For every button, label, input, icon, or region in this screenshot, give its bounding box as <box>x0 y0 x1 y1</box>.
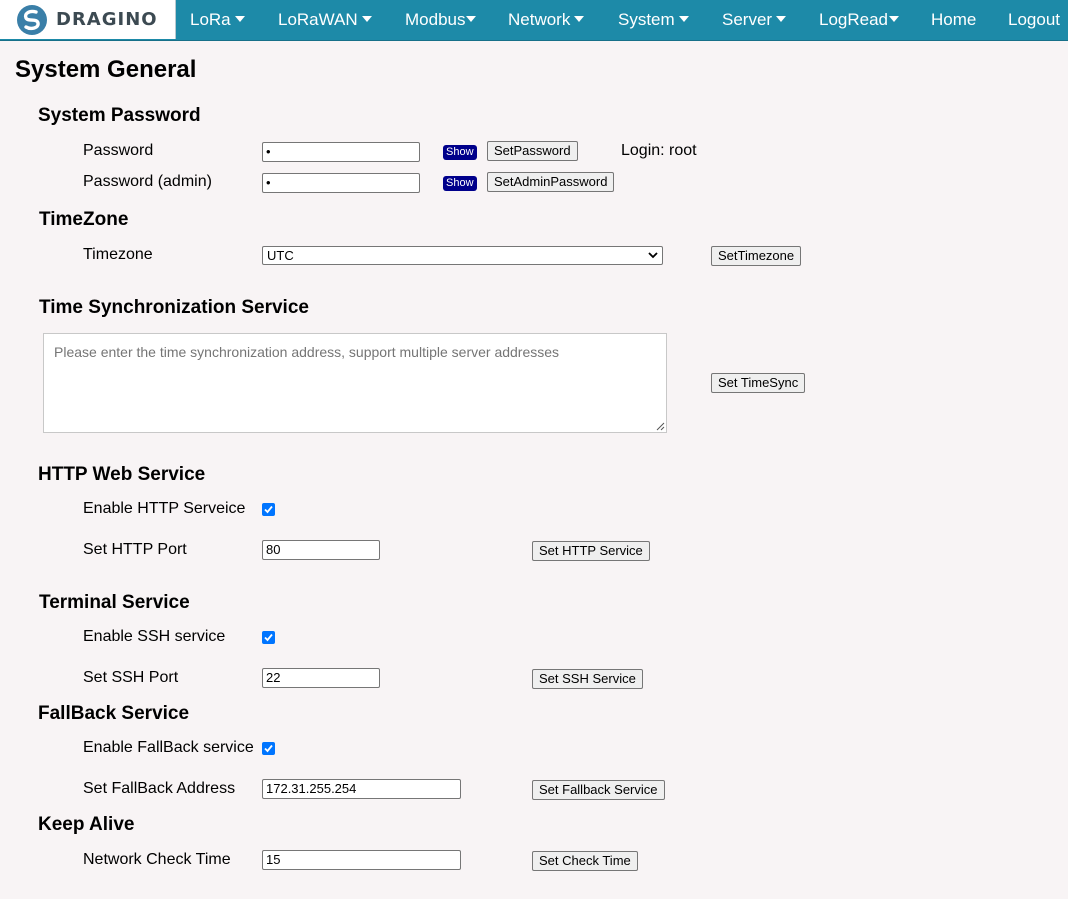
show-password-button[interactable]: Show <box>443 145 477 160</box>
section-time-sync: Time Synchronization Service <box>39 297 309 318</box>
caret-down-icon <box>574 16 585 22</box>
checkmark-icon <box>264 505 273 514</box>
nav-lorawan-label: LoRaWAN <box>278 10 358 29</box>
chevron-down-icon <box>648 252 658 259</box>
ssh-port-field[interactable]: 22 <box>262 668 380 688</box>
timezone-selected-value: UTC <box>267 248 294 263</box>
resize-grip-icon[interactable] <box>656 422 665 431</box>
section-timezone: TimeZone <box>39 209 129 230</box>
fallback-address-field[interactable]: 172.31.255.254 <box>262 779 461 799</box>
dragino-logo-icon <box>17 5 47 35</box>
caret-down-icon <box>361 16 372 22</box>
timezone-select[interactable]: UTC <box>262 246 663 265</box>
nav-lora-label: LoRa <box>190 10 231 29</box>
section-fallback-service: FallBack Service <box>38 703 190 724</box>
admin-password-label: Password (admin) <box>83 173 212 190</box>
nav-network[interactable]: Network <box>508 0 585 40</box>
nav-lorawan[interactable]: LoRaWAN <box>278 0 372 40</box>
section-terminal-service: Terminal Service <box>39 592 190 613</box>
enable-ssh-label: Enable SSH service <box>83 628 226 645</box>
nav-lora[interactable]: LoRa <box>190 0 245 40</box>
network-check-time-label: Network Check Time <box>83 851 231 868</box>
nav-logout-label: Logout <box>1008 10 1060 29</box>
nav-modbus[interactable]: Modbus <box>405 0 477 40</box>
admin-password-field[interactable]: • <box>262 173 420 193</box>
nav-server-label: Server <box>722 10 773 29</box>
nav-network-label: Network <box>508 10 571 29</box>
set-admin-password-button[interactable]: SetAdminPassword <box>487 172 615 192</box>
enable-http-label: Enable HTTP Serveice <box>83 500 246 517</box>
timezone-label: Timezone <box>83 246 153 263</box>
caret-down-icon <box>678 16 689 22</box>
nav-home[interactable]: Home <box>931 0 976 40</box>
set-password-button[interactable]: SetPassword <box>487 141 578 161</box>
nav-modbus-label: Modbus <box>405 10 466 29</box>
fallback-address-label: Set FallBack Address <box>83 780 236 797</box>
login-user-text: Login: root <box>621 142 697 159</box>
set-timesync-button[interactable]: Set TimeSync <box>711 373 806 393</box>
http-port-field[interactable]: 80 <box>262 540 380 560</box>
set-ssh-service-button[interactable]: Set SSH Service <box>532 669 643 689</box>
network-check-time-field[interactable]: 15 <box>262 850 461 870</box>
enable-http-checkbox[interactable] <box>262 503 275 516</box>
show-admin-password-button[interactable]: Show <box>443 176 477 191</box>
nav-system-label: System <box>618 10 675 29</box>
top-nav-bar: DRAGINO LoRa LoRaWAN Modbus Network Syst… <box>0 0 1068 41</box>
time-sync-textarea[interactable]: Please enter the time synchronization ad… <box>43 333 667 433</box>
set-http-service-button[interactable]: Set HTTP Service <box>532 541 650 561</box>
enable-ssh-checkbox[interactable] <box>262 631 275 644</box>
caret-down-icon <box>466 16 477 22</box>
nav-home-label: Home <box>931 10 977 29</box>
nav-logread[interactable]: LogRead <box>819 0 900 40</box>
nav-logout[interactable]: Logout <box>1008 0 1060 40</box>
enable-fallback-checkbox[interactable] <box>262 742 275 755</box>
dragino-logo[interactable]: DRAGINO <box>0 0 176 39</box>
logo-text: DRAGINO <box>56 9 158 30</box>
section-keep-alive: Keep Alive <box>38 814 135 835</box>
set-timezone-button[interactable]: SetTimezone <box>711 246 802 266</box>
section-system-password: System Password <box>38 105 201 126</box>
caret-down-icon <box>776 16 787 22</box>
set-check-time-button[interactable]: Set Check Time <box>532 851 638 871</box>
enable-fallback-label: Enable FallBack service <box>83 739 254 756</box>
nav-logread-label: LogRead <box>819 10 889 29</box>
password-field[interactable]: • <box>262 142 420 162</box>
nav-system[interactable]: System <box>618 0 689 40</box>
caret-down-icon <box>234 16 245 22</box>
checkmark-icon <box>264 633 273 642</box>
caret-down-icon <box>889 16 900 22</box>
time-sync-placeholder: Please enter the time synchronization ad… <box>54 344 560 360</box>
checkmark-icon <box>264 744 273 753</box>
http-port-label: Set HTTP Port <box>83 541 187 558</box>
password-label: Password <box>83 142 154 159</box>
section-http-web-service: HTTP Web Service <box>38 464 206 485</box>
set-fallback-service-button[interactable]: Set Fallback Service <box>532 780 665 800</box>
page-title: System General <box>15 56 197 83</box>
nav-server[interactable]: Server <box>722 0 787 40</box>
ssh-port-label: Set SSH Port <box>83 669 179 686</box>
